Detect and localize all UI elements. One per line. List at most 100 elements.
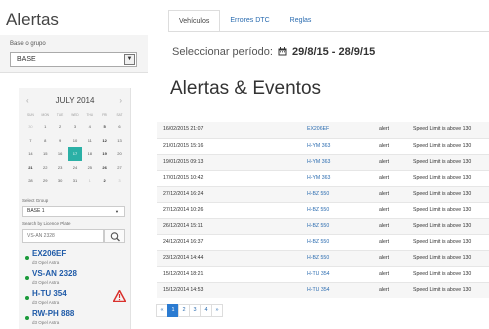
- calendar-day[interactable]: 2: [53, 120, 68, 134]
- vehicle-item[interactable]: RW-PH 888 d3 Opel Astra: [22, 309, 128, 329]
- alerts-table: 16/02/2015 21:07 EX206EF alert Speed Limit …: [157, 122, 489, 298]
- calendar-day[interactable]: 11: [82, 134, 97, 148]
- row-plate-link[interactable]: H-YM 363: [307, 139, 330, 154]
- table-row: 15/12/2014 18:21 H-TU 354 alert Speed Limit…: [157, 266, 489, 282]
- page-title: Alertas & Eventos: [170, 78, 322, 99]
- tab-0[interactable]: Vehículos: [168, 10, 221, 32]
- row-plate-link[interactable]: H-YM 363: [307, 171, 330, 186]
- calendar-day[interactable]: 3: [112, 174, 127, 188]
- search-plate-input[interactable]: [22, 229, 104, 243]
- row-plate-link[interactable]: H-TU 354: [307, 267, 330, 282]
- calendar-day[interactable]: 16: [53, 147, 68, 161]
- table-row: 27/12/2014 16:24 H-BZ 550 alert Speed Limit…: [157, 186, 489, 202]
- vehicle-plate[interactable]: VS-AN 2328: [32, 269, 77, 278]
- pager-next-button[interactable]: »: [211, 304, 223, 317]
- vehicle-plate[interactable]: EX206EF: [32, 249, 66, 258]
- calendar-day[interactable]: 23: [53, 161, 68, 175]
- calendar-weekday: FRI: [102, 113, 108, 117]
- search-icon: [110, 232, 120, 242]
- calendar-day[interactable]: 4: [82, 120, 97, 134]
- calendar-week: 7 8 9 10 11 12 13: [23, 134, 127, 148]
- row-type: alert: [379, 126, 390, 132]
- table-row: 16/02/2015 21:07 EX206EF alert Speed Limit …: [157, 122, 489, 138]
- row-message: Speed Limit is above 130: [413, 271, 472, 277]
- status-dot: [25, 296, 29, 300]
- calendar-day[interactable]: 9: [53, 134, 68, 148]
- period-selector[interactable]: Seleccionar período: 29/8/15 - 28/9/15: [172, 46, 375, 58]
- left-panel: Alertas Base o grupo BASE ▼ ‹ JULY 2014 …: [0, 0, 150, 329]
- table-row: 24/12/2014 16:37 H-BZ 550 alert Speed Limit…: [157, 234, 489, 250]
- row-type: alert: [379, 159, 390, 165]
- calendar-day[interactable]: 7: [23, 134, 38, 148]
- calendar-day[interactable]: 30: [53, 174, 68, 188]
- row-type: alert: [379, 191, 390, 197]
- calendar-day[interactable]: 17: [67, 147, 83, 161]
- row-plate-link[interactable]: EX206EF: [307, 122, 329, 137]
- search-button[interactable]: [104, 229, 125, 243]
- calendar-next-button[interactable]: ›: [119, 96, 122, 105]
- calendar-day[interactable]: 19: [97, 147, 112, 161]
- row-plate-link[interactable]: H-BZ 550: [307, 251, 329, 266]
- vehicle-item[interactable]: H-TU 354 d3 Opel Astra: [22, 288, 128, 310]
- calendar-day[interactable]: 1: [38, 120, 53, 134]
- calendar-day[interactable]: 6: [112, 120, 127, 134]
- calendar-grid: SUN MON TUE WED THU FRI SAT 30 1 2 3 4 5 6 7 8 9 10 11 12 13…: [23, 111, 127, 188]
- calendar-day[interactable]: 14: [23, 147, 38, 161]
- calendar-day[interactable]: 15: [38, 147, 53, 161]
- warning-icon[interactable]: [112, 288, 127, 307]
- row-plate-link[interactable]: H-BZ 550: [307, 235, 329, 250]
- calendar-day[interactable]: 2: [97, 174, 112, 188]
- row-plate-link[interactable]: H-BZ 550: [307, 187, 329, 202]
- row-date: 17/01/2015 10:42: [163, 175, 204, 181]
- calendar-day[interactable]: 5: [97, 120, 112, 134]
- calendar-day[interactable]: 25: [82, 161, 97, 175]
- row-plate-link[interactable]: H-TU 354: [307, 283, 330, 298]
- row-type: alert: [379, 287, 390, 293]
- calendar-day[interactable]: 13: [112, 134, 127, 148]
- calendar-day[interactable]: 8: [38, 134, 53, 148]
- base-group-select[interactable]: BASE ▼: [10, 52, 137, 67]
- row-date: 24/12/2014 16:37: [163, 239, 204, 245]
- calendar-weekday: TUE: [56, 113, 64, 117]
- calendar-day[interactable]: 24: [68, 161, 83, 175]
- calendar-day[interactable]: 18: [82, 147, 97, 161]
- tab-2[interactable]: Reglas: [280, 10, 322, 32]
- calendar-weekday: SAT: [116, 113, 123, 117]
- search-plate-label: Search by Licence Plate: [22, 221, 71, 226]
- row-plate-link[interactable]: H-BZ 550: [307, 219, 329, 234]
- calendar-day[interactable]: 28: [23, 174, 38, 188]
- vehicle-plate[interactable]: RW-PH 888: [32, 309, 74, 318]
- calendar-day[interactable]: 1: [82, 174, 97, 188]
- calendar-header: ‹ JULY 2014 ›: [19, 96, 131, 106]
- calendar-day[interactable]: 3: [68, 120, 83, 134]
- row-plate-link[interactable]: H-YM 363: [307, 155, 330, 170]
- row-type: alert: [379, 239, 390, 245]
- calendar-day[interactable]: 27: [112, 161, 127, 175]
- row-message: Speed Limit is above 130: [413, 287, 472, 293]
- table-row: 17/01/2015 10:42 H-YM 363 alert Speed Limit…: [157, 170, 489, 186]
- calendar-day[interactable]: 22: [38, 161, 53, 175]
- calendar-day[interactable]: 26: [97, 161, 112, 175]
- row-date: 27/12/2014 10:26: [163, 207, 204, 213]
- calendar-day[interactable]: 30: [23, 120, 38, 134]
- table-row: 19/01/2015 09:13 H-YM 363 alert Speed Limit…: [157, 154, 489, 170]
- vehicle-item[interactable]: EX206EF d3 Opel Astra: [22, 249, 128, 270]
- calendar-day[interactable]: 29: [38, 174, 53, 188]
- calendar-weekday: WED: [71, 113, 79, 117]
- calendar-icon: [278, 47, 287, 56]
- vehicle-item[interactable]: VS-AN 2328 d3 Opel Astra: [22, 269, 128, 290]
- status-dot: [25, 276, 29, 280]
- calendar-day[interactable]: 10: [68, 134, 83, 148]
- chevron-down-icon[interactable]: ▼: [124, 54, 135, 65]
- calendar-day[interactable]: 20: [112, 147, 127, 161]
- calendar-day[interactable]: 21: [23, 161, 38, 175]
- row-message: Speed Limit is above 130: [413, 207, 472, 213]
- tab-1[interactable]: Errores DTC: [220, 10, 279, 32]
- calendar-day[interactable]: 12: [97, 134, 112, 148]
- calendar-day[interactable]: 31: [68, 174, 83, 188]
- row-date: 15/12/2014 14:53: [163, 287, 204, 293]
- row-plate-link[interactable]: H-BZ 550: [307, 203, 329, 218]
- select-group-dropdown[interactable]: BASE 1 ▼: [22, 206, 125, 217]
- row-message: Speed Limit is above 130: [413, 191, 472, 197]
- vehicle-plate[interactable]: H-TU 354: [32, 289, 67, 298]
